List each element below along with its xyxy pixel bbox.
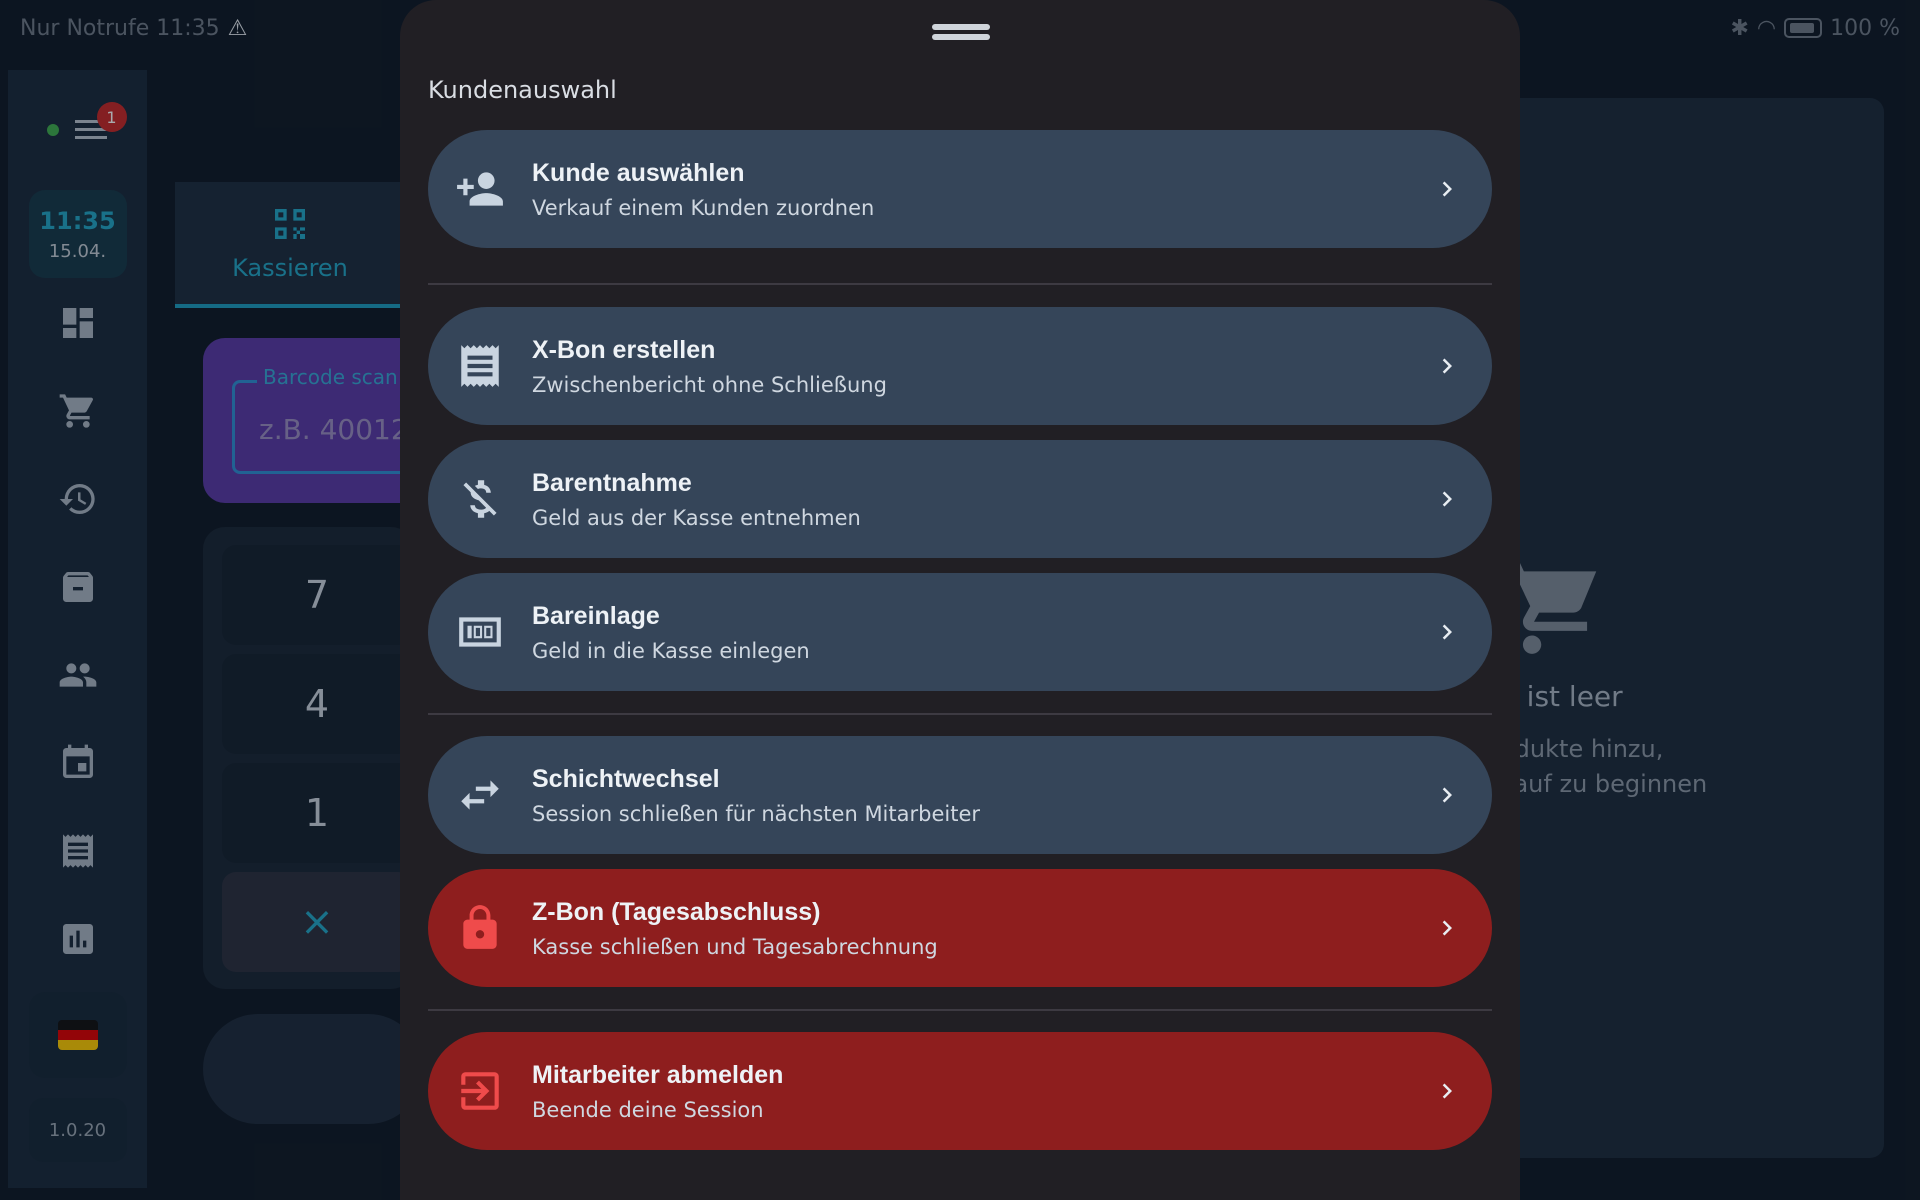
action-title: Bareinlage	[532, 601, 660, 630]
receipt-icon	[428, 307, 532, 425]
action-shift-change[interactable]: Schichtwechsel Session schließen für näc…	[428, 736, 1492, 854]
cash-100-icon	[428, 573, 532, 691]
drag-handle[interactable]	[932, 24, 990, 30]
action-title: Schichtwechsel	[532, 764, 720, 793]
action-title: X-Bon erstellen	[532, 335, 716, 364]
action-cash-deposit[interactable]: Bareinlage Geld in die Kasse einlegen	[428, 573, 1492, 691]
chevron-right-icon	[1402, 617, 1492, 647]
chevron-right-icon	[1402, 174, 1492, 204]
lock-icon	[428, 869, 532, 987]
swap-icon	[428, 736, 532, 854]
section-title: Kundenauswahl	[428, 76, 617, 104]
action-subtitle: Geld in die Kasse einlegen	[532, 638, 810, 663]
action-title: Barentnahme	[532, 468, 692, 497]
divider	[428, 713, 1492, 715]
money-off-icon	[428, 440, 532, 558]
person-add-icon	[428, 130, 532, 248]
actions-bottom-sheet: Kundenauswahl Kunde auswählen Verkauf ei…	[400, 0, 1520, 1200]
action-subtitle: Zwischenbericht ohne Schließung	[532, 372, 887, 397]
chevron-right-icon	[1402, 913, 1492, 943]
action-title: Kunde auswählen	[532, 158, 745, 187]
action-subtitle: Verkauf einem Kunden zuordnen	[532, 195, 875, 220]
divider	[428, 1009, 1492, 1011]
action-logout[interactable]: Mitarbeiter abmelden Beende deine Sessio…	[428, 1032, 1492, 1150]
action-subtitle: Beende deine Session	[532, 1097, 764, 1122]
chevron-right-icon	[1402, 484, 1492, 514]
chevron-right-icon	[1402, 351, 1492, 381]
chevron-right-icon	[1402, 1076, 1492, 1106]
divider	[428, 283, 1492, 285]
chevron-right-icon	[1402, 780, 1492, 810]
action-subtitle: Geld aus der Kasse entnehmen	[532, 505, 861, 530]
action-subtitle: Kasse schließen und Tagesabrechnung	[532, 934, 938, 959]
action-select-customer[interactable]: Kunde auswählen Verkauf einem Kunden zuo…	[428, 130, 1492, 248]
action-subtitle: Session schließen für nächsten Mitarbeit…	[532, 801, 981, 826]
logout-icon	[428, 1032, 532, 1150]
action-cash-withdrawal[interactable]: Barentnahme Geld aus der Kasse entnehmen	[428, 440, 1492, 558]
action-title: Z-Bon (Tagesabschluss)	[532, 897, 821, 926]
action-z-bon[interactable]: Z-Bon (Tagesabschluss) Kasse schließen u…	[428, 869, 1492, 987]
action-x-bon[interactable]: X-Bon erstellen Zwischenbericht ohne Sch…	[428, 307, 1492, 425]
action-title: Mitarbeiter abmelden	[532, 1060, 784, 1089]
